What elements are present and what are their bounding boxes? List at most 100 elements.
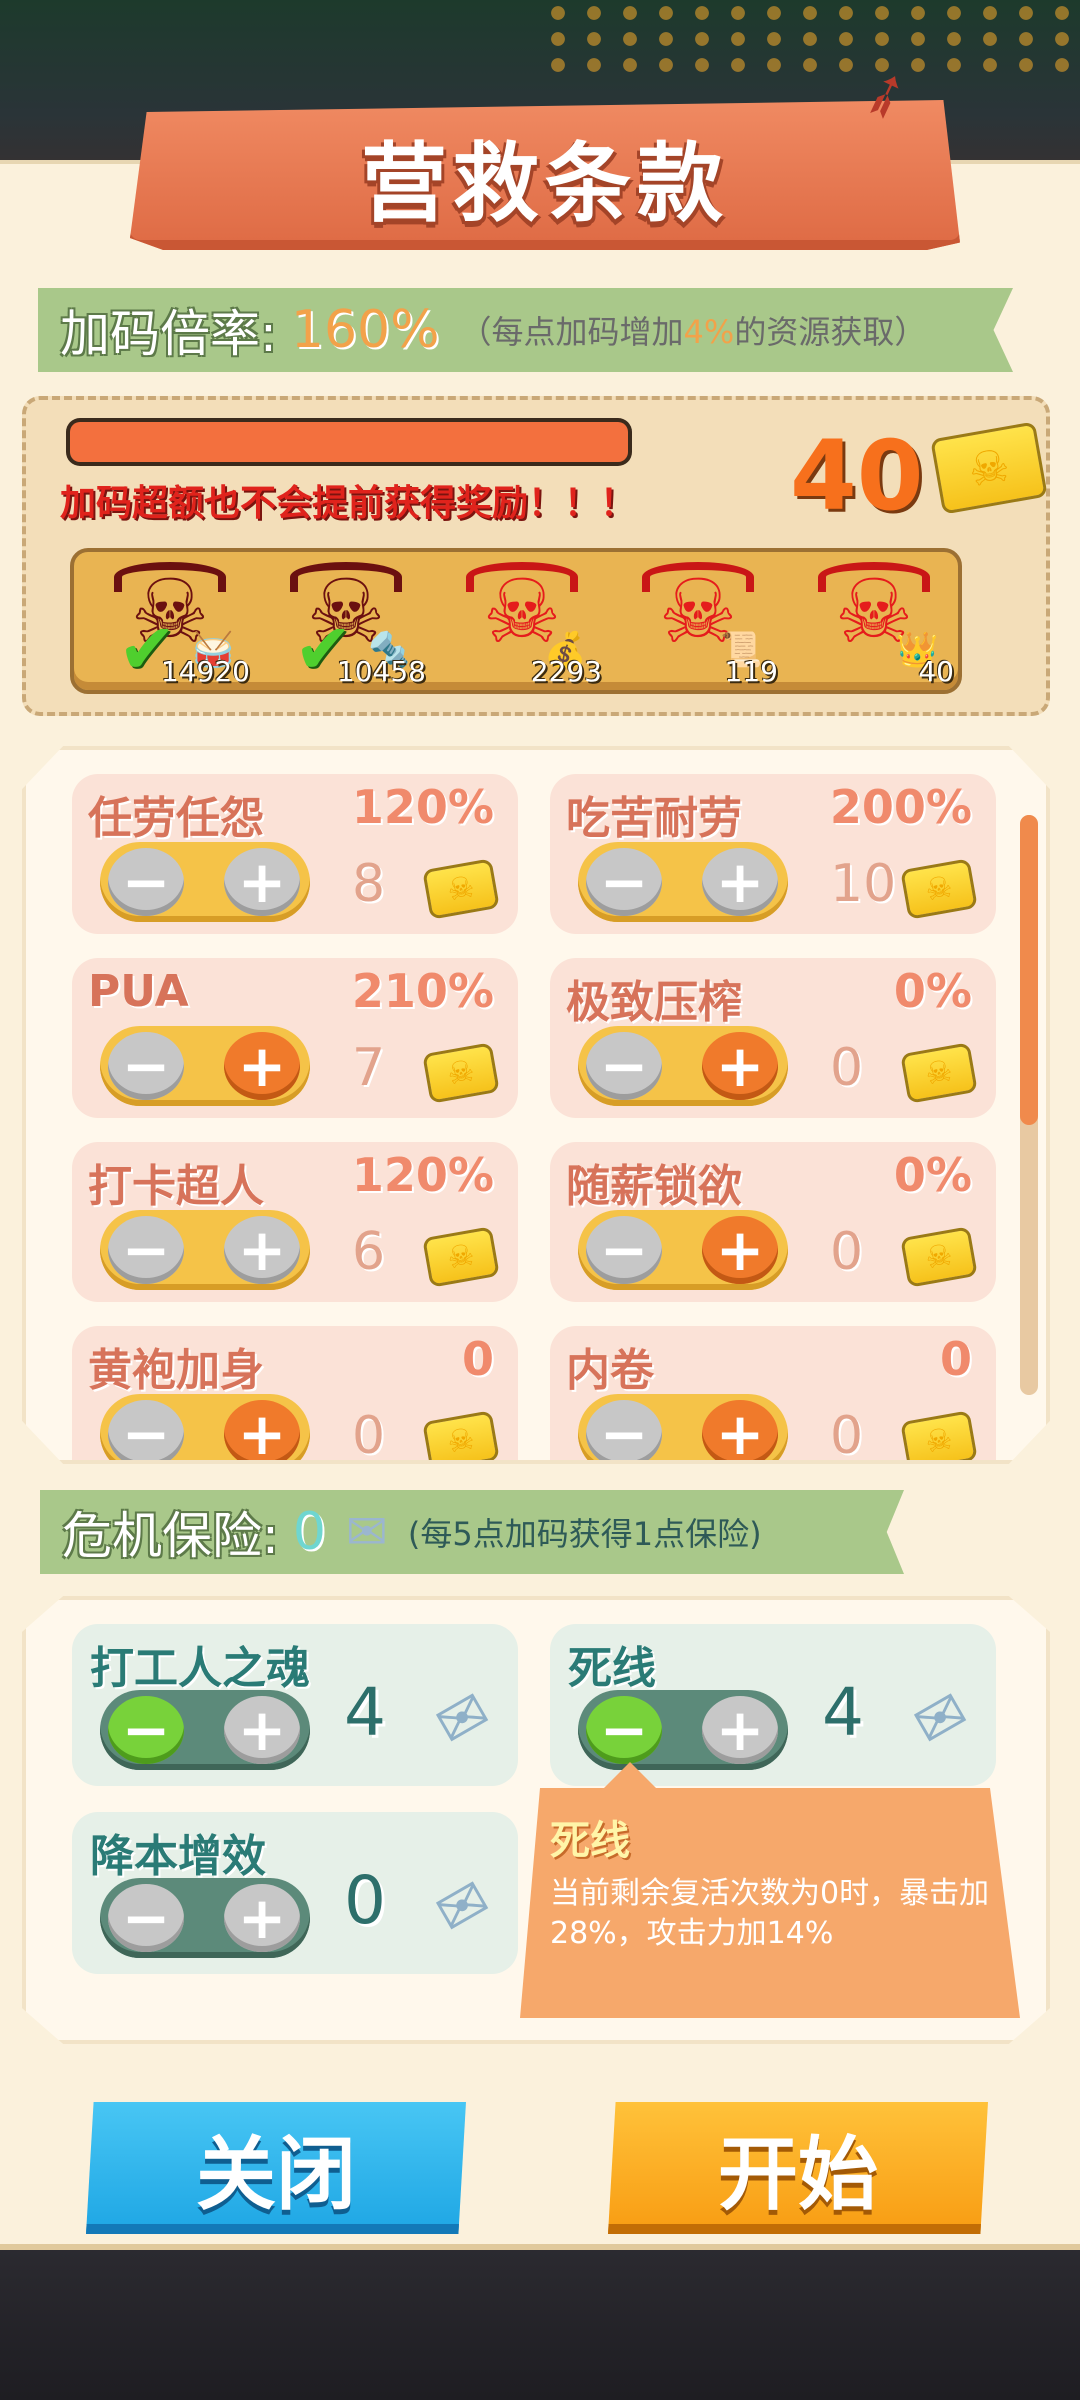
option-percent: 0%	[893, 964, 972, 1018]
option-name: 随薪锁欲	[566, 1161, 742, 1212]
option-card: 吃苦耐劳 200% − +10	[550, 774, 996, 934]
option-count: 0	[830, 1222, 864, 1282]
option-stepper: − +	[100, 842, 310, 922]
reward-slot: ☠ ✔ 🥁 14920	[96, 560, 250, 690]
option-card: 内卷 0− +0	[550, 1326, 996, 1464]
skull-ticket-icon	[422, 858, 500, 920]
option-percent: 0%	[893, 1148, 972, 1202]
option-count: 8	[352, 854, 386, 914]
option-stepper: − +	[578, 1026, 788, 1106]
reward-count: 119	[724, 655, 778, 688]
reward-slot: ☠ ✔ 🔩 10458	[272, 560, 426, 690]
minus-button[interactable]: −	[586, 1216, 662, 1284]
game-background-bottom	[0, 2250, 1080, 2400]
scroll-icon: ✉	[901, 1676, 981, 1762]
insurance-header: 危机保险: 0 ✉ (每5点加码获得1点保险)	[40, 1490, 904, 1574]
progress-bar	[66, 418, 632, 466]
minus-button[interactable]: −	[108, 1032, 184, 1100]
option-card: 黄袍加身 0− +0	[72, 1326, 518, 1464]
page-title: 营救条款	[361, 133, 729, 234]
reward-slot: ☠ 📜 119	[624, 560, 778, 690]
progress-fill	[70, 422, 628, 462]
deadline-tooltip: 死线 当前剩余复活次数为0时，暴击加28%，攻击力加14%	[520, 1788, 1020, 2018]
option-stepper: − +	[578, 1394, 788, 1460]
option-count: 0	[830, 1406, 864, 1464]
skull-ticket-icon	[422, 1226, 500, 1288]
reward-slot: ☠ 💰 2293	[448, 560, 602, 690]
option-percent: 210%	[351, 964, 494, 1018]
option-count: 7	[352, 1038, 386, 1098]
option-name: 打卡超人	[88, 1161, 264, 1212]
option-name: 内卷	[566, 1345, 654, 1396]
option-stepper: − +	[100, 1026, 310, 1106]
option-count: 0	[830, 1038, 864, 1098]
multiplier-note: （每点加码增加4%的资源获取）	[459, 313, 927, 351]
option-stepper: − +	[578, 842, 788, 922]
insurance-option-name: 死线	[568, 1643, 656, 1694]
option-card: 任劳任怨 120% − +8	[72, 774, 518, 934]
minus-button[interactable]: −	[108, 1216, 184, 1284]
skull-ticket-icon	[900, 1042, 978, 1104]
option-name: 吃苦耐劳	[566, 793, 742, 844]
insurance-stepper: − +	[578, 1690, 788, 1770]
insurance-label: 危机保险:	[62, 1507, 279, 1565]
minus-button[interactable]: −	[586, 848, 662, 916]
option-percent: 120%	[351, 780, 494, 834]
insurance-scroll-icon: ✉	[345, 1503, 388, 1561]
option-card: PUA 210% − +7	[72, 958, 518, 1118]
insurance-option-name: 打工人之魂	[90, 1643, 310, 1694]
close-button[interactable]: 关闭	[86, 2102, 466, 2234]
minus-button[interactable]: −	[586, 1400, 662, 1460]
option-name: 黄袍加身	[88, 1345, 264, 1396]
plus-button[interactable]: +	[224, 1400, 300, 1460]
scroll-icon: ✉	[423, 1864, 503, 1950]
insurance-stepper: − +	[100, 1878, 310, 1958]
option-percent: 0	[939, 1332, 972, 1386]
plus-button[interactable]: +	[702, 848, 778, 916]
plus-button[interactable]: +	[224, 1884, 300, 1952]
option-name: PUA	[88, 966, 189, 1017]
options-scrollbar[interactable]	[1020, 815, 1038, 1395]
option-name: 任劳任怨	[88, 793, 264, 844]
plus-button[interactable]: +	[224, 848, 300, 916]
insurance-count: 4	[822, 1674, 864, 1751]
option-name: 极致压榨	[566, 977, 742, 1028]
reward-strip: ☠ ✔ 🥁 14920 ☠ ✔ 🔩 10458 ☠ 💰 2293 ☠ 📜 119 ☠ 👑 40	[70, 548, 962, 694]
skull-ticket-icon	[930, 421, 1048, 515]
minus-button[interactable]: −	[108, 1884, 184, 1952]
plus-button[interactable]: +	[702, 1216, 778, 1284]
minus-button[interactable]: −	[108, 848, 184, 916]
option-percent: 120%	[351, 1148, 494, 1202]
options-panel: 任劳任怨120%−+8吃苦耐劳200%−+10PUA210%−+7极致压榨0%−…	[22, 746, 1050, 1464]
minus-button[interactable]: −	[108, 1696, 184, 1764]
tooltip-title: 死线	[550, 1818, 630, 1864]
minus-button[interactable]: −	[108, 1400, 184, 1460]
option-percent: 200%	[829, 780, 972, 834]
plus-button[interactable]: +	[702, 1032, 778, 1100]
scrollbar-thumb[interactable]	[1020, 815, 1038, 1125]
option-stepper: − +	[578, 1210, 788, 1290]
reward-count: 10458	[336, 655, 426, 688]
reward-count: 14920	[160, 655, 250, 688]
insurance-count: 4	[344, 1674, 386, 1751]
start-button[interactable]: 开始	[608, 2102, 988, 2234]
option-count: 10	[830, 854, 897, 914]
plus-button[interactable]: +	[702, 1400, 778, 1460]
insurance-note: (每5点加码获得1点保险)	[407, 1515, 762, 1553]
skull-ticket-icon	[900, 1410, 978, 1460]
plus-button[interactable]: +	[224, 1216, 300, 1284]
reward-slot: ☠ 👑 40	[800, 560, 954, 690]
multiplier-header: 加码倍率: 160% （每点加码增加4%的资源获取）	[38, 288, 1013, 372]
plus-button[interactable]: +	[224, 1696, 300, 1764]
plus-button[interactable]: +	[702, 1696, 778, 1764]
reward-count: 2293	[530, 655, 602, 688]
coin-pile-decoration	[540, 0, 1080, 80]
minus-button[interactable]: −	[586, 1696, 662, 1764]
option-card: 极致压榨 0% − +0	[550, 958, 996, 1118]
option-count: 0	[352, 1406, 386, 1464]
option-stepper: − +	[100, 1210, 310, 1290]
insurance-stepper: − +	[100, 1690, 310, 1770]
minus-button[interactable]: −	[586, 1032, 662, 1100]
skull-ticket-icon	[900, 858, 978, 920]
plus-button[interactable]: +	[224, 1032, 300, 1100]
